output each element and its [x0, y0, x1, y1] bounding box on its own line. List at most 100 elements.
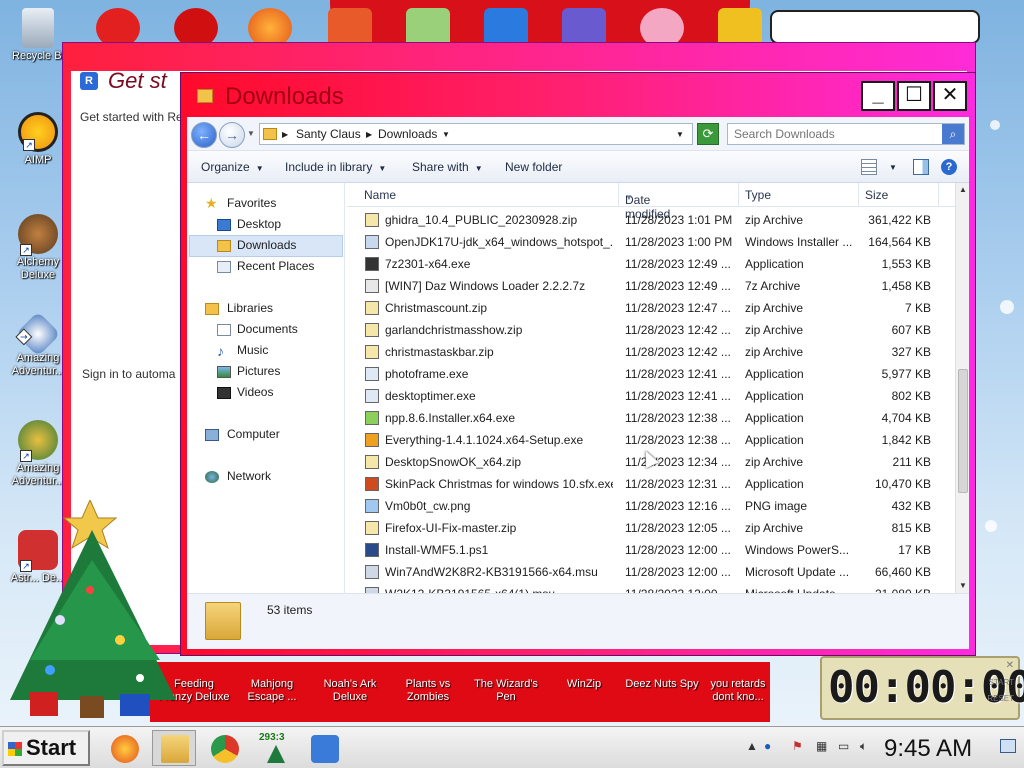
view-options-icon[interactable]	[861, 159, 877, 175]
new-folder-button[interactable]: New folder	[505, 160, 562, 174]
wallpaper-red-shape	[330, 0, 750, 44]
nav-documents[interactable]: Documents	[237, 322, 298, 336]
shortcut-plants-vs-zombies[interactable]: Plants vs Zombies	[390, 678, 466, 704]
column-header-size[interactable]: Size	[865, 188, 888, 202]
file-name: Vm0b0t_cw.png	[385, 499, 471, 513]
shortcut-deez-nuts-spy[interactable]: Deez Nuts Spy	[624, 678, 700, 691]
file-row[interactable]: [WIN7] Daz Windows Loader 2.2.2.7z 11/28/…	[347, 275, 955, 297]
search-icon[interactable]: ⌕	[942, 124, 964, 144]
file-row[interactable]: 7z2301-x64.exe 11/28/2023 12:49 ... Applic…	[347, 253, 955, 275]
r-app-icon	[311, 735, 339, 763]
bluetooth-icon[interactable]: ●	[764, 739, 771, 753]
nav-downloads[interactable]: Downloads	[237, 238, 296, 252]
taskbar-firefox[interactable]	[102, 730, 146, 766]
nav-libraries[interactable]: Libraries	[227, 301, 273, 315]
organize-button[interactable]: Organize ▼	[201, 160, 264, 174]
breadcrumb[interactable]: ▶ Santy Claus ▶ Downloads ▼ ▼	[259, 123, 693, 145]
file-row[interactable]: garlandchristmasshow.zip 11/28/2023 12:42…	[347, 319, 955, 341]
file-row[interactable]: christmastaskbar.zip 11/28/2023 12:42 ...…	[347, 341, 955, 363]
maximize-button[interactable]: ☐	[897, 81, 931, 111]
start-button[interactable]: Start	[2, 730, 90, 766]
network-tray-icon[interactable]: ▦	[816, 739, 827, 753]
file-row[interactable]: Firefox-UI-Fix-master.zip 11/28/2023 12:0…	[347, 517, 955, 539]
shortcut-noahs-ark[interactable]: Noah's Ark Deluxe	[312, 678, 388, 704]
sign-in-text[interactable]: Sign in to automa	[82, 367, 175, 381]
nav-pictures[interactable]: Pictures	[237, 364, 280, 378]
explorer-window[interactable]: Downloads _ ☐ ✕ ← → ▼ ▶ Santy Claus ▶ Do…	[180, 72, 976, 656]
file-row[interactable]: OpenJDK17U-jdk_x64_windows_hotspot_... 11…	[347, 231, 955, 253]
file-name: ghidra_10.4_PUBLIC_20230928.zip	[385, 213, 578, 227]
file-row[interactable]: desktoptimer.exe 11/28/2023 12:41 ... Appl…	[347, 385, 955, 407]
scroll-up-icon[interactable]: ▲	[956, 183, 970, 197]
show-hidden-icons-icon[interactable]: ▲	[746, 739, 758, 753]
forward-button[interactable]: →	[219, 122, 245, 148]
help-icon[interactable]: ?	[941, 159, 957, 175]
file-row[interactable]: Win7AndW2K8R2-KB3191566-x64.msu 11/28/202…	[347, 561, 955, 583]
recent-pages-dropdown-icon[interactable]: ▼	[247, 129, 255, 138]
shortcut-wizards-pen[interactable]: The Wizard's Pen	[468, 678, 544, 704]
address-history-dropdown-icon[interactable]: ▼	[676, 130, 684, 139]
scroll-thumb[interactable]	[958, 369, 968, 493]
share-with-button[interactable]: Share with ▼	[412, 160, 483, 174]
nav-desktop[interactable]: Desktop	[237, 217, 281, 231]
taskbar-explorer[interactable]	[152, 730, 196, 766]
breadcrumb-item-user[interactable]: Santy Claus	[296, 127, 361, 141]
nav-favorites[interactable]: Favorites	[227, 196, 276, 210]
include-in-library-button[interactable]: Include in library ▼	[285, 160, 386, 174]
file-type: 7z Archive	[745, 279, 801, 293]
scroll-down-icon[interactable]: ▼	[956, 579, 970, 593]
taskbar-clock[interactable]: 9:45 AM	[884, 735, 972, 763]
vertical-scrollbar[interactable]: ▲ ▼	[955, 183, 969, 593]
nav-computer[interactable]: Computer	[227, 427, 280, 441]
timer-start-button[interactable]: START	[989, 678, 1014, 687]
file-row[interactable]: npp.8.6.Installer.x64.exe 11/28/2023 12:3…	[347, 407, 955, 429]
breadcrumb-item-downloads[interactable]: Downloads	[378, 127, 437, 141]
display-tray-icon[interactable]: ▭	[838, 739, 849, 753]
view-dropdown-icon[interactable]: ▼	[889, 163, 897, 172]
nav-music[interactable]: Music	[237, 343, 268, 357]
file-row[interactable]: W2K12-KB3191565-x64(1).msu11/28/2023 12:…	[347, 583, 955, 593]
shortcut-mahjong-escape[interactable]: Mahjong Escape ...	[234, 678, 310, 704]
zip-icon	[365, 345, 379, 359]
refresh-button[interactable]: ⟳	[697, 123, 719, 145]
timer-close-icon[interactable]: ✕	[1006, 660, 1014, 671]
file-row[interactable]: ghidra_10.4_PUBLIC_20230928.zip 11/28/202…	[347, 209, 955, 231]
search-box[interactable]: ⌕	[727, 123, 965, 145]
file-row[interactable]: photoframe.exe 11/28/2023 12:41 ... Applic…	[347, 363, 955, 385]
shortcut-winzip[interactable]: WinZip	[546, 678, 622, 691]
nav-recent-places[interactable]: Recent Places	[237, 259, 314, 273]
file-row[interactable]: SkinPack Christmas for windows 10.sfx.ex…	[347, 473, 955, 495]
search-input[interactable]	[728, 124, 936, 144]
breadcrumb-arrow-icon[interactable]: ▶	[282, 130, 288, 139]
alchemy-icon: ↗	[18, 214, 58, 256]
minimize-button[interactable]: _	[861, 81, 895, 111]
taskbar-r-app[interactable]	[302, 730, 346, 766]
column-divider[interactable]	[938, 183, 939, 207]
file-row[interactable]: Vm0b0t_cw.png 11/28/2023 12:16 ... PNG ima…	[347, 495, 955, 517]
column-divider[interactable]	[618, 183, 619, 207]
column-header-type[interactable]: Type	[745, 188, 771, 202]
nav-videos[interactable]: Videos	[237, 385, 273, 399]
taskbar-christmascount[interactable]: 293:3	[252, 730, 296, 766]
breadcrumb-arrow-icon[interactable]: ▼	[442, 130, 450, 139]
file-row[interactable]: Install-WMF5.1.ps1 11/28/2023 12:00 ... Wi…	[347, 539, 955, 561]
shortcut-unknown[interactable]: you retards dont kno...	[700, 678, 776, 704]
close-button[interactable]: ✕	[933, 81, 967, 111]
action-center-icon[interactable]: ⚑	[792, 739, 803, 753]
file-row[interactable]: Christmascount.zip 11/28/2023 12:47 ... zi…	[347, 297, 955, 319]
column-divider[interactable]	[858, 183, 859, 207]
column-divider[interactable]	[738, 183, 739, 207]
volume-icon[interactable]: 🔈︎	[860, 739, 867, 754]
file-name: SkinPack Christmas for windows 10.sfx.ex…	[385, 477, 613, 491]
taskbar-chrome[interactable]	[202, 730, 246, 766]
preview-pane-icon[interactable]	[913, 159, 929, 175]
snowflake	[1000, 300, 1014, 314]
aimp-icon: ↗	[18, 112, 58, 152]
show-desktop-icon[interactable]	[1000, 739, 1016, 753]
nav-network[interactable]: Network	[227, 469, 271, 483]
breadcrumb-arrow-icon[interactable]: ▶	[366, 130, 372, 139]
column-header-name[interactable]: Name	[364, 188, 396, 202]
back-button[interactable]: ←	[191, 122, 217, 148]
timer-reset-button[interactable]: RESET	[987, 694, 1014, 703]
timer-widget[interactable]: 00:00:00 START RESET ✕	[820, 656, 1024, 720]
